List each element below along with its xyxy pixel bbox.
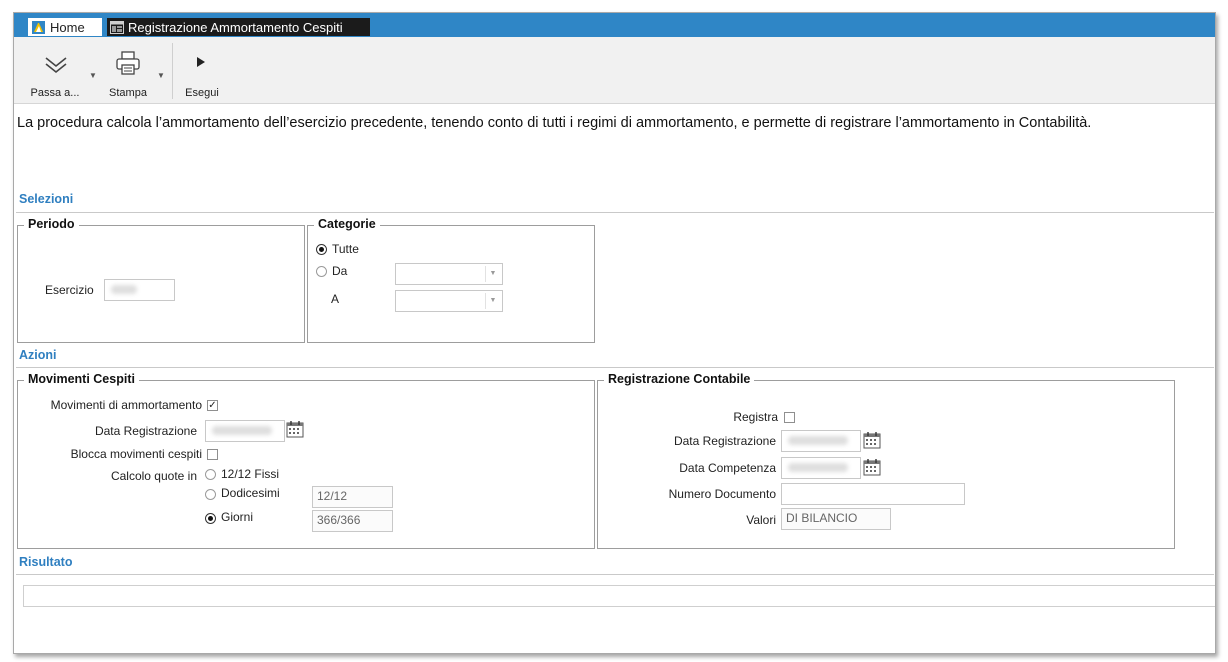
passa-a-button[interactable]: Passa a... xyxy=(22,47,88,99)
chevron-down-icon: ▼ xyxy=(485,293,500,309)
esercizio-label: Esercizio xyxy=(45,283,94,297)
calcolo-quote-label: Calcolo quote in xyxy=(110,469,197,483)
a-label: A xyxy=(331,292,340,306)
registrazione-legend: Registrazione Contabile xyxy=(604,372,755,386)
section-divider xyxy=(16,574,1214,575)
tab-home-label: Home xyxy=(50,19,85,35)
tab-registrazione-ammortamento[interactable]: Registrazione Ammortamento Cespiti xyxy=(107,18,370,36)
section-divider xyxy=(16,367,1214,368)
option-12-12-fissi-label: 12/12 Fissi xyxy=(221,467,280,481)
main-window: Home Registrazione Ammortamento Cespiti … xyxy=(13,12,1216,654)
home-icon xyxy=(32,20,45,34)
option-dodicesimi-label: Dodicesimi xyxy=(221,486,280,500)
procedure-description: La procedura calcola l’ammortamento dell… xyxy=(17,115,1092,131)
categorie-group: Categorie Tutte Da ▼ A ▼ xyxy=(307,217,595,343)
movimenti-ammortamento-checkbox[interactable]: ✓ xyxy=(207,400,218,411)
data-registrazione-input[interactable] xyxy=(205,420,285,442)
risultato-output xyxy=(23,585,1215,607)
valori-label: Valori xyxy=(746,513,776,527)
calendar-icon[interactable] xyxy=(863,431,881,449)
categoria-a-select[interactable]: ▼ xyxy=(395,290,503,312)
blocca-movimenti-checkbox[interactable] xyxy=(207,449,218,460)
passa-a-label: Passa a... xyxy=(30,87,80,99)
radio-giorni[interactable] xyxy=(205,513,216,524)
reg-data-registrazione-input[interactable] xyxy=(781,430,861,452)
periodo-legend: Periodo xyxy=(24,217,79,231)
radio-da[interactable] xyxy=(316,266,327,277)
redacted-value xyxy=(788,436,848,445)
tab-active-label: Registrazione Ammortamento Cespiti xyxy=(128,19,343,35)
stampa-dropdown-icon[interactable]: ▼ xyxy=(157,71,165,80)
section-divider xyxy=(16,212,1214,213)
calendar-icon[interactable] xyxy=(863,458,881,476)
printer-icon xyxy=(116,51,140,75)
redacted-value xyxy=(212,426,272,435)
movimenti-legend: Movimenti Cespiti xyxy=(24,372,139,386)
valori-value: DI BILANCIO xyxy=(781,508,891,530)
numero-documento-input[interactable] xyxy=(781,483,965,505)
esegui-button[interactable]: Esegui xyxy=(180,47,224,99)
registrazione-contabile-group: Registrazione Contabile Registra Data Re… xyxy=(597,372,1175,549)
data-registrazione-label: Data Registrazione xyxy=(94,424,197,438)
option-giorni-label: Giorni xyxy=(221,510,254,524)
registra-checkbox[interactable] xyxy=(784,412,795,423)
tab-home[interactable]: Home xyxy=(28,18,102,36)
categoria-da-select[interactable]: ▼ xyxy=(395,263,503,285)
numero-documento-label: Numero Documento xyxy=(668,487,776,501)
movimenti-ammortamento-label: Movimenti di ammortamento xyxy=(50,398,202,412)
data-competenza-input[interactable] xyxy=(781,457,861,479)
tutte-label: Tutte xyxy=(332,242,359,256)
section-risultato-title: Risultato xyxy=(19,555,73,569)
data-competenza-label: Data Competenza xyxy=(679,461,776,475)
reg-data-registrazione-label: Data Registrazione xyxy=(673,434,776,448)
periodo-group: Periodo Esercizio xyxy=(17,217,305,343)
calendar-icon[interactable] xyxy=(286,420,304,438)
title-bar: Home Registrazione Ammortamento Cespiti xyxy=(14,13,1215,37)
radio-tutte[interactable] xyxy=(316,244,327,255)
window-icon xyxy=(110,20,124,34)
da-label: Da xyxy=(332,264,348,278)
giorni-value: 366/366 xyxy=(312,510,393,532)
radio-dodicesimi[interactable] xyxy=(205,489,216,500)
redacted-value xyxy=(788,463,848,472)
section-selezioni-title: Selezioni xyxy=(19,192,74,206)
section-azioni-title: Azioni xyxy=(19,348,57,362)
dodicesimi-value: 12/12 xyxy=(312,486,393,508)
blocca-movimenti-label: Blocca movimenti cespiti xyxy=(70,447,202,461)
redacted-value xyxy=(111,285,137,294)
esercizio-input[interactable] xyxy=(104,279,175,301)
esegui-label: Esegui xyxy=(185,87,219,99)
radio-12-12-fissi[interactable] xyxy=(205,469,216,480)
movimenti-cespiti-group: Movimenti Cespiti Movimenti di ammortame… xyxy=(17,372,595,549)
play-icon xyxy=(197,57,205,67)
chevron-down-icon: ▼ xyxy=(485,266,500,282)
toolbar-separator xyxy=(172,43,173,99)
passa-a-dropdown-icon[interactable]: ▼ xyxy=(89,71,97,80)
toolbar: Passa a... ▼ Stampa ▼ Esegui xyxy=(14,37,1215,104)
categorie-legend: Categorie xyxy=(314,217,380,231)
double-chevron-down-icon xyxy=(45,57,67,74)
stampa-button[interactable]: Stampa xyxy=(104,47,152,99)
stampa-label: Stampa xyxy=(109,87,147,99)
registra-label: Registra xyxy=(733,410,778,424)
